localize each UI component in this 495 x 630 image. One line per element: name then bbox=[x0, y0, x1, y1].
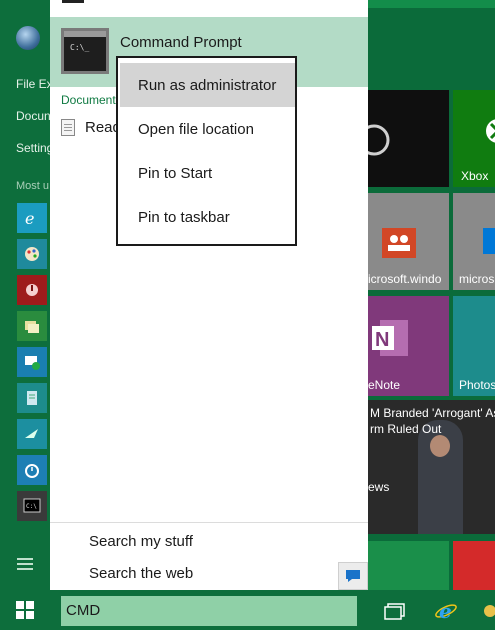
internet-explorer-icon[interactable]: e bbox=[17, 203, 47, 233]
cmd-icon[interactable]: C:\ bbox=[17, 491, 47, 521]
panel-divider bbox=[50, 522, 368, 523]
news-photo-face bbox=[430, 435, 450, 457]
tile-red[interactable] bbox=[453, 541, 495, 590]
tile-music[interactable] bbox=[368, 90, 449, 187]
windows-logo-icon bbox=[16, 601, 34, 619]
paint-icon[interactable] bbox=[17, 239, 47, 269]
tile-news[interactable]: M Branded 'Arrogant' As rm Ruled Out ews bbox=[368, 400, 495, 534]
red-app-icon[interactable] bbox=[17, 275, 47, 305]
news-headline-2: rm Ruled Out bbox=[370, 422, 442, 436]
user-avatar[interactable] bbox=[16, 26, 40, 50]
menu-item-run-as-administrator[interactable]: Run as administrator bbox=[120, 63, 295, 107]
tiles-top-band bbox=[368, 0, 495, 8]
tile-people[interactable]: icrosoft.windo bbox=[368, 193, 449, 290]
tile-mail[interactable]: micros bbox=[453, 193, 495, 290]
svg-text:C:\: C:\ bbox=[26, 503, 37, 510]
context-menu: Run as administrator Open file location … bbox=[116, 56, 297, 246]
tile-photos[interactable]: Photos bbox=[453, 296, 495, 396]
svg-text:e: e bbox=[439, 599, 452, 623]
tile-onenote[interactable]: N eNote bbox=[368, 296, 449, 396]
tile-mail-label: micros bbox=[459, 272, 495, 286]
cmd-icon-text: C:\_ bbox=[70, 43, 90, 52]
taskbar: CMD e bbox=[0, 590, 495, 630]
left-label-documents[interactable]: Docun bbox=[16, 109, 51, 123]
tile-xbox[interactable]: Xbox bbox=[453, 90, 495, 187]
taskbar-overflow-icon[interactable] bbox=[478, 596, 495, 626]
remote-desktop-icon[interactable] bbox=[17, 347, 47, 377]
task-view-icon[interactable] bbox=[380, 596, 410, 626]
internet-explorer-taskbar-icon[interactable]: e bbox=[431, 596, 461, 626]
snipping-tool-icon[interactable] bbox=[17, 419, 47, 449]
search-the-web-button[interactable]: Search the web bbox=[89, 565, 193, 582]
left-label-settings[interactable]: Setting bbox=[16, 141, 53, 155]
search-my-stuff-button[interactable]: Search my stuff bbox=[89, 533, 193, 550]
most-used-header: Most u bbox=[16, 180, 50, 192]
feedback-button[interactable] bbox=[338, 562, 368, 590]
document-icon bbox=[61, 119, 75, 136]
tile-photos-label: Photos bbox=[459, 378, 495, 392]
all-apps-icon[interactable] bbox=[17, 558, 33, 573]
best-match-title: Command Prompt bbox=[120, 34, 242, 51]
panel-top-marker bbox=[62, 0, 84, 3]
svg-text:N: N bbox=[375, 329, 389, 351]
feedback-icon bbox=[346, 570, 360, 582]
news-headline-1: M Branded 'Arrogant' As bbox=[370, 406, 495, 420]
alarms-icon[interactable] bbox=[17, 455, 47, 485]
tile-news-label: ews bbox=[368, 480, 390, 494]
left-label-file-explorer[interactable]: File Ex bbox=[16, 77, 53, 91]
menu-item-pin-to-taskbar[interactable]: Pin to taskbar bbox=[120, 195, 295, 239]
tile-people-label: icrosoft.windo bbox=[368, 272, 442, 286]
tile-green-1[interactable] bbox=[368, 541, 449, 590]
taskbar-search-input[interactable]: CMD bbox=[61, 596, 357, 626]
svg-text:e: e bbox=[25, 209, 34, 228]
photos-app-icon[interactable] bbox=[17, 311, 47, 341]
tile-xbox-label: Xbox bbox=[461, 169, 489, 183]
cmd-titlebar bbox=[64, 31, 106, 37]
document-result-item[interactable]: Read bbox=[61, 119, 121, 136]
start-button[interactable] bbox=[0, 590, 50, 630]
menu-item-open-file-location[interactable]: Open file location bbox=[120, 107, 295, 151]
documents-section-header: Document bbox=[61, 93, 116, 107]
tile-onenote-label: eNote bbox=[368, 378, 401, 392]
menu-item-pin-to-start[interactable]: Pin to Start bbox=[120, 151, 295, 195]
notepad-icon[interactable] bbox=[17, 383, 47, 413]
command-prompt-icon: C:\_ bbox=[61, 28, 109, 74]
